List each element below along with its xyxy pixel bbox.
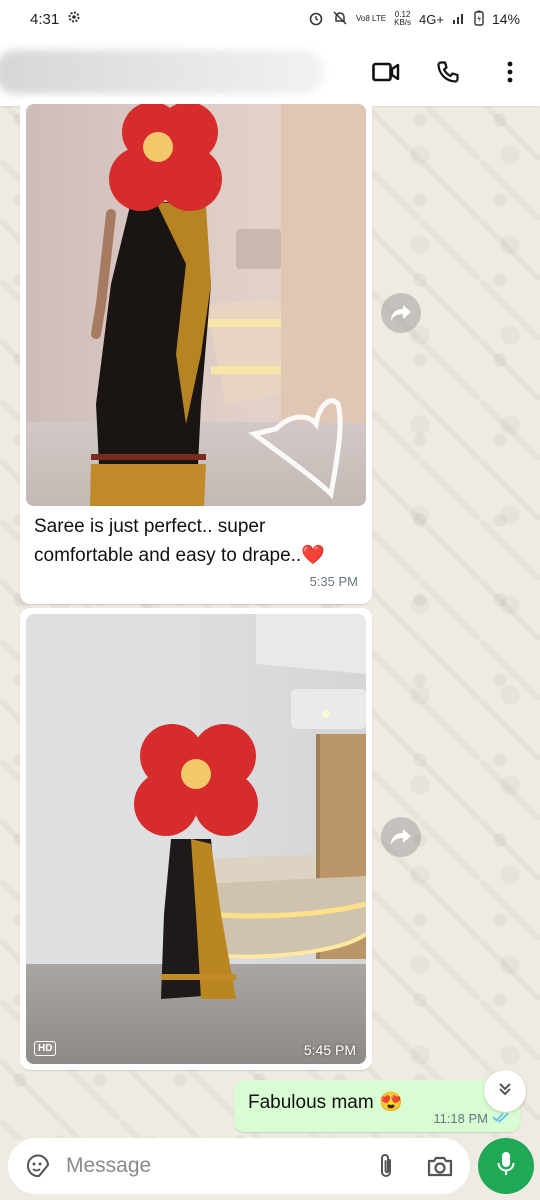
message-time: 5:35 PM <box>309 574 358 589</box>
message-time: 11:18 PM <box>433 1111 488 1126</box>
message-photo[interactable] <box>26 104 366 506</box>
network-speed: 0.12 KB/s <box>394 11 411 27</box>
camera-icon[interactable] <box>424 1150 456 1182</box>
forward-icon[interactable] <box>381 817 421 857</box>
lte-label: Vo8 LTE <box>356 14 387 23</box>
signal-label: 4G+ <box>419 11 444 27</box>
chat-header <box>0 38 540 106</box>
battery-icon <box>474 10 484 29</box>
battery-percent: 14% <box>491 11 520 27</box>
contact-name-redacted[interactable] <box>0 50 324 94</box>
message-caption: Saree is just perfect.. super comfortabl… <box>34 516 325 566</box>
message-input[interactable] <box>66 1154 370 1178</box>
incoming-image-message-hd[interactable]: HD 5:45 PM <box>20 608 372 1070</box>
incoming-image-message[interactable]: Saree is just perfect.. super comfortabl… <box>20 98 372 604</box>
hd-badge: HD <box>34 1041 57 1056</box>
double-chevron-down-icon <box>496 1080 514 1103</box>
message-time: 5:45 PM <box>303 1042 356 1058</box>
network-speed-unit: KB/s <box>394 18 412 27</box>
read-receipt-double-tick-icon <box>492 1111 510 1126</box>
signal-bars-icon <box>452 11 466 28</box>
mute-bell-icon <box>332 10 348 29</box>
message-text: Fabulous mam 😍 <box>248 1092 403 1113</box>
voice-message-button[interactable] <box>478 1138 534 1194</box>
scroll-to-bottom-button[interactable] <box>484 1070 526 1112</box>
message-photo[interactable]: HD 5:45 PM <box>26 614 366 1064</box>
phone-icon[interactable] <box>434 58 462 86</box>
attach-paperclip-icon[interactable] <box>370 1150 402 1182</box>
status-time: 4:31 <box>30 10 60 28</box>
outgoing-text-message[interactable]: Fabulous mam 😍 11:18 PM <box>234 1080 520 1132</box>
status-bar: 4:31 Vo8 LTE 0.12 KB/s 4G+ 14% <box>0 0 540 38</box>
forward-icon[interactable] <box>381 293 421 333</box>
message-composer <box>8 1138 470 1194</box>
alarm-icon <box>308 10 324 29</box>
settings-gear-icon <box>67 10 81 28</box>
sticker-emoji-icon[interactable] <box>22 1150 54 1182</box>
video-call-icon[interactable] <box>372 58 400 86</box>
more-options-icon[interactable] <box>496 58 524 86</box>
microphone-icon <box>496 1151 516 1182</box>
